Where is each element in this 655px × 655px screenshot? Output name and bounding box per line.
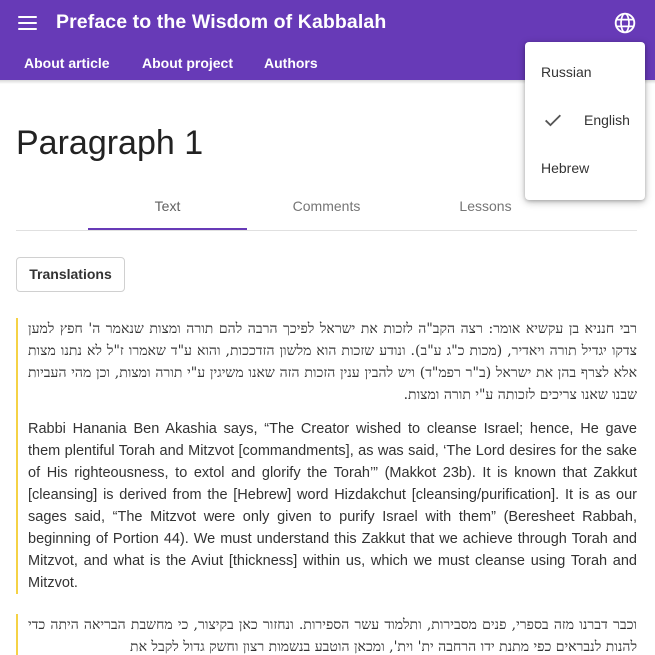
language-label: Hebrew bbox=[541, 160, 590, 176]
language-menu: Russian English Hebrew bbox=[525, 42, 645, 200]
page-title: Paragraph 1 bbox=[16, 124, 204, 162]
language-label: Russian bbox=[541, 64, 592, 80]
language-label: English bbox=[584, 112, 630, 128]
active-tab-indicator bbox=[88, 228, 247, 230]
nav-about-article[interactable]: About article bbox=[24, 55, 110, 71]
check-icon bbox=[545, 114, 561, 127]
language-option-english[interactable]: English bbox=[525, 96, 645, 144]
app-title: Preface to the Wisdom of Kabbalah bbox=[56, 11, 387, 33]
english-text: Rabbi Hanania Ben Akashia says, “The Cre… bbox=[28, 421, 637, 591]
paragraph-content: רבי חנניא בן עקשיא אומר: רצה הקב"ה לזכות… bbox=[16, 318, 637, 594]
menu-icon[interactable] bbox=[14, 12, 42, 34]
paragraph-block: רבי חנניא בן עקשיא אומר: רצה הקב"ה לזכות… bbox=[16, 318, 637, 594]
globe-icon[interactable] bbox=[613, 11, 637, 35]
translations-button[interactable]: Translations bbox=[16, 257, 125, 292]
nav-about-project[interactable]: About project bbox=[142, 55, 233, 71]
tab-text[interactable]: Text bbox=[88, 188, 247, 230]
hebrew-text: רבי חנניא בן עקשיא אומר: רצה הקב"ה לזכות… bbox=[28, 321, 637, 403]
paragraph-block-hebrew: וכבר דברנו מזה בספרי, פנים מסבירות, ותלמ… bbox=[16, 614, 637, 655]
nav-authors[interactable]: Authors bbox=[264, 55, 318, 71]
language-option-hebrew[interactable]: Hebrew bbox=[525, 144, 645, 192]
language-option-russian[interactable]: Russian bbox=[525, 48, 645, 96]
toolbar: Preface to the Wisdom of Kabbalah bbox=[0, 0, 655, 46]
tab-comments[interactable]: Comments bbox=[247, 188, 406, 230]
